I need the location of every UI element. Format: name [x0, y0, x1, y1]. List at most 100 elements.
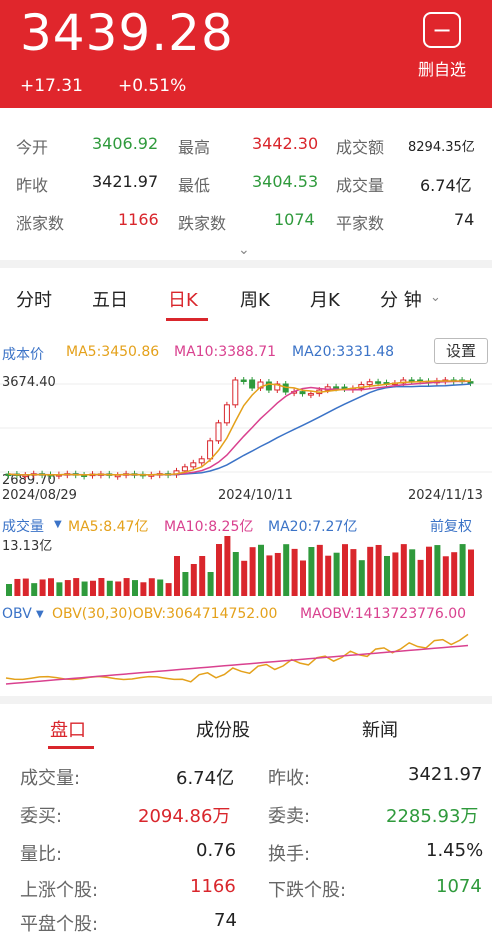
volume-legend: 成交量 ▼ MA5:8.47亿 MA10:8.25亿 MA20:7.27亿 前复… — [0, 514, 492, 536]
detail-ask-label: 委卖: — [268, 806, 311, 827]
candle-body — [375, 381, 382, 384]
volume-bar — [14, 578, 21, 596]
tab-order-book[interactable]: 盘口 — [50, 716, 86, 742]
flat-count-label: 平家数 — [336, 214, 385, 233]
volume-bar — [90, 580, 96, 596]
chevron-down-icon[interactable]: ⌄ — [238, 242, 250, 258]
caret-down-icon[interactable]: ▼ — [36, 609, 44, 620]
prev-close-value: 3421.97 — [92, 172, 159, 191]
volume-bar — [48, 578, 54, 596]
obv-chart[interactable] — [0, 626, 492, 692]
price-legend: 成本价 MA5:3450.86 MA10:3388.71 MA20:3331.4… — [0, 342, 492, 364]
volume-bar — [400, 544, 407, 596]
date-label: 2024/10/11 — [218, 488, 293, 503]
turnover-label: 成交额 — [336, 138, 385, 157]
volume-bar — [232, 552, 239, 596]
volume-bar — [73, 578, 80, 596]
candle-body — [299, 391, 306, 395]
volume-bar — [300, 560, 306, 596]
tab-five-day[interactable]: 五日 — [92, 286, 128, 312]
volume-ma20: MA20:7.27亿 — [268, 519, 358, 535]
candle-body — [366, 381, 373, 386]
detail-turnover-rate-value: 1.45% — [426, 840, 484, 861]
volume-bar — [375, 544, 382, 596]
ma5-value: MA5:3450.86 — [66, 344, 160, 360]
candle-body — [181, 466, 188, 472]
up-count-label: 涨家数 — [16, 214, 65, 233]
volume-bar — [249, 547, 256, 596]
obv-value: OBV(30,30)OBV:3064714752.00 — [52, 606, 278, 622]
candle-body — [190, 462, 197, 468]
section-divider — [0, 696, 492, 704]
volume-indicator-label[interactable]: 成交量 — [2, 516, 44, 536]
volume-bar — [384, 555, 390, 596]
volume-bar — [31, 583, 38, 596]
index-price: 3439.28 — [20, 4, 234, 62]
volume-chart[interactable]: 13.13亿 — [0, 536, 492, 598]
open-value: 3406.92 — [92, 134, 159, 153]
period-tabs: 分时 五日 日K 周K 月K 分 钟 ⌄ — [0, 268, 492, 328]
volume-bar — [190, 564, 197, 596]
detail-flat-label: 平盘个股: — [20, 914, 99, 935]
volume-bar — [165, 583, 172, 596]
volume-bar — [106, 580, 113, 596]
obv-indicator-label[interactable]: OBV — [2, 606, 32, 622]
volume-bar — [409, 549, 416, 596]
detail-down-value: 1074 — [436, 876, 482, 897]
volume-bar — [182, 572, 189, 596]
volume-bar — [56, 582, 63, 596]
detail-turnover-rate-label: 换手: — [268, 844, 311, 865]
settings-button[interactable]: 设置 — [434, 338, 488, 364]
detail-up-label: 上涨个股: — [20, 880, 99, 901]
candle-body — [265, 381, 272, 391]
candle-body — [198, 458, 205, 464]
detail-ratio-label: 量比: — [20, 844, 63, 865]
volume-bar — [98, 578, 105, 596]
candle-body — [333, 386, 340, 389]
chevron-down-icon[interactable]: ⌄ — [430, 290, 441, 305]
tab-weekly-k[interactable]: 周K — [240, 286, 270, 312]
volume-bar — [207, 572, 214, 596]
date-label: 2024/11/13 — [408, 488, 483, 503]
tab-monthly-k[interactable]: 月K — [310, 286, 340, 312]
tab-news[interactable]: 新闻 — [362, 716, 398, 742]
volume-bar — [140, 582, 147, 596]
detail-down-label: 下跌个股: — [268, 880, 347, 901]
volume-bar — [350, 549, 357, 596]
volume-bar — [64, 580, 71, 596]
volume-bar — [358, 560, 365, 596]
volume-bar — [442, 556, 449, 596]
tab-constituents[interactable]: 成份股 — [196, 716, 250, 742]
tab-intraday[interactable]: 分时 — [16, 286, 52, 312]
volume-bar — [451, 552, 458, 596]
volume-ma10: MA10:8.25亿 — [164, 519, 254, 535]
detail-ask-value: 2285.93万 — [386, 806, 479, 827]
candle-body — [215, 422, 222, 442]
volume-bar — [316, 544, 323, 596]
volume-bar — [148, 578, 155, 596]
volume-bar — [216, 544, 222, 596]
low-value: 3404.53 — [252, 172, 319, 191]
volume-bar — [6, 584, 12, 596]
open-label: 今开 — [16, 138, 49, 157]
volume-bar — [39, 579, 46, 596]
candlestick-chart[interactable]: 3674.40 2689.70 2024/08/29 2024/10/11 20… — [0, 366, 492, 506]
caret-down-icon[interactable]: ▼ — [54, 519, 62, 530]
high-label: 最高 — [178, 138, 211, 157]
cost-price-label[interactable]: 成本价 — [2, 344, 44, 364]
volume-bar — [468, 549, 474, 596]
flat-count-value: 74 — [454, 210, 475, 229]
candle-body — [240, 379, 247, 382]
stats-panel: 今开 3406.92 最高 3442.30 成交额 8294.35亿 昨收 34… — [0, 108, 492, 268]
remove-watchlist-button[interactable]: − 删自选 — [412, 12, 472, 82]
volume-bar — [291, 548, 298, 596]
tab-daily-k[interactable]: 日K — [168, 286, 198, 312]
candle-body — [249, 379, 256, 389]
adjust-mode-label[interactable]: 前复权 — [430, 516, 472, 536]
volume-bar — [434, 545, 441, 596]
volume-bar — [333, 552, 340, 596]
minus-icon: − — [423, 12, 461, 48]
volume-bar — [123, 578, 130, 596]
volume-bar — [283, 544, 290, 596]
tab-minute[interactable]: 分 钟 — [380, 286, 422, 312]
